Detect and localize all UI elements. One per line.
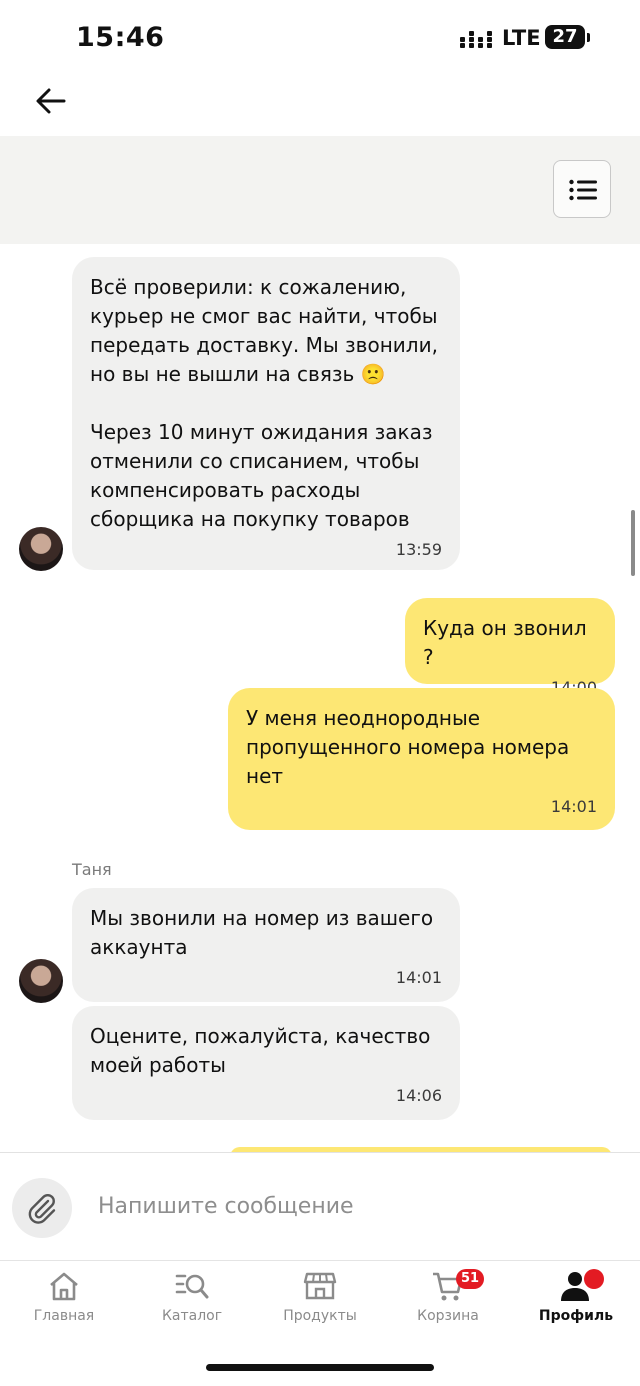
incoming-message: Оцените, пожалуйста, качество моей работ… <box>72 1006 460 1120</box>
cart-count-badge: 51 <box>456 1269 484 1289</box>
scrollbar[interactable] <box>631 510 635 576</box>
message-text: У меня неоднородные пропущенного номера … <box>246 706 570 788</box>
store-icon <box>303 1272 337 1300</box>
message-time: 14:06 <box>395 1086 442 1105</box>
incoming-message: Мы звонили на номер из вашего аккаунта 1… <box>72 888 460 1002</box>
message-text: Мы звонили на номер из вашего аккаунта <box>90 906 434 959</box>
tab-home[interactable]: Главная <box>0 1268 128 1324</box>
back-arrow-icon[interactable] <box>34 84 68 118</box>
menu-button[interactable] <box>553 160 611 218</box>
home-icon <box>50 1272 78 1301</box>
tab-label: Каталог <box>161 1308 223 1324</box>
catalog-search-icon <box>175 1274 209 1299</box>
outgoing-message: У меня неоднородные пропущенного номера … <box>228 688 615 830</box>
message-time: 13:59 <box>395 540 442 559</box>
battery-tip <box>587 33 590 42</box>
tab-products[interactable]: Продукты <box>256 1268 384 1324</box>
message-time: 14:01 <box>550 797 597 816</box>
tab-label: Продукты <box>283 1308 357 1324</box>
message-text: Куда он звонил ? <box>423 616 594 669</box>
battery-icon: 27 <box>545 25 585 49</box>
tab-cart[interactable]: Корзина <box>384 1268 512 1324</box>
avatar[interactable] <box>19 527 63 571</box>
tab-label: Профиль <box>538 1308 614 1324</box>
chat-header-band <box>0 136 640 244</box>
cellular-signal-icon <box>460 31 492 48</box>
attach-button[interactable] <box>12 1178 72 1238</box>
list-menu-icon <box>569 179 597 201</box>
message-input[interactable]: Напишите сообщение <box>98 1194 354 1219</box>
incoming-message: Всё проверили: к сожалению, курьер не см… <box>72 257 460 570</box>
message-time: 14:01 <box>395 968 442 987</box>
tab-label: Главная <box>33 1308 95 1324</box>
network-type: LTE <box>502 26 541 50</box>
tab-label: Корзина <box>417 1308 479 1324</box>
message-text: Оцените, пожалуйста, качество моей работ… <box>90 1024 431 1077</box>
message-text: Всё проверили: к сожалению, курьер не см… <box>90 275 438 531</box>
notification-dot <box>584 1269 604 1289</box>
home-indicator[interactable] <box>206 1364 434 1371</box>
avatar[interactable] <box>19 959 63 1003</box>
status-time: 15:46 <box>76 22 165 53</box>
paperclip-icon <box>28 1194 56 1224</box>
tab-catalog[interactable]: Каталог <box>128 1268 256 1324</box>
sender-name: Таня <box>72 860 112 879</box>
tab-profile[interactable]: Профиль <box>512 1268 640 1324</box>
outgoing-message: Куда он звонил ? 14:00 <box>405 598 615 697</box>
